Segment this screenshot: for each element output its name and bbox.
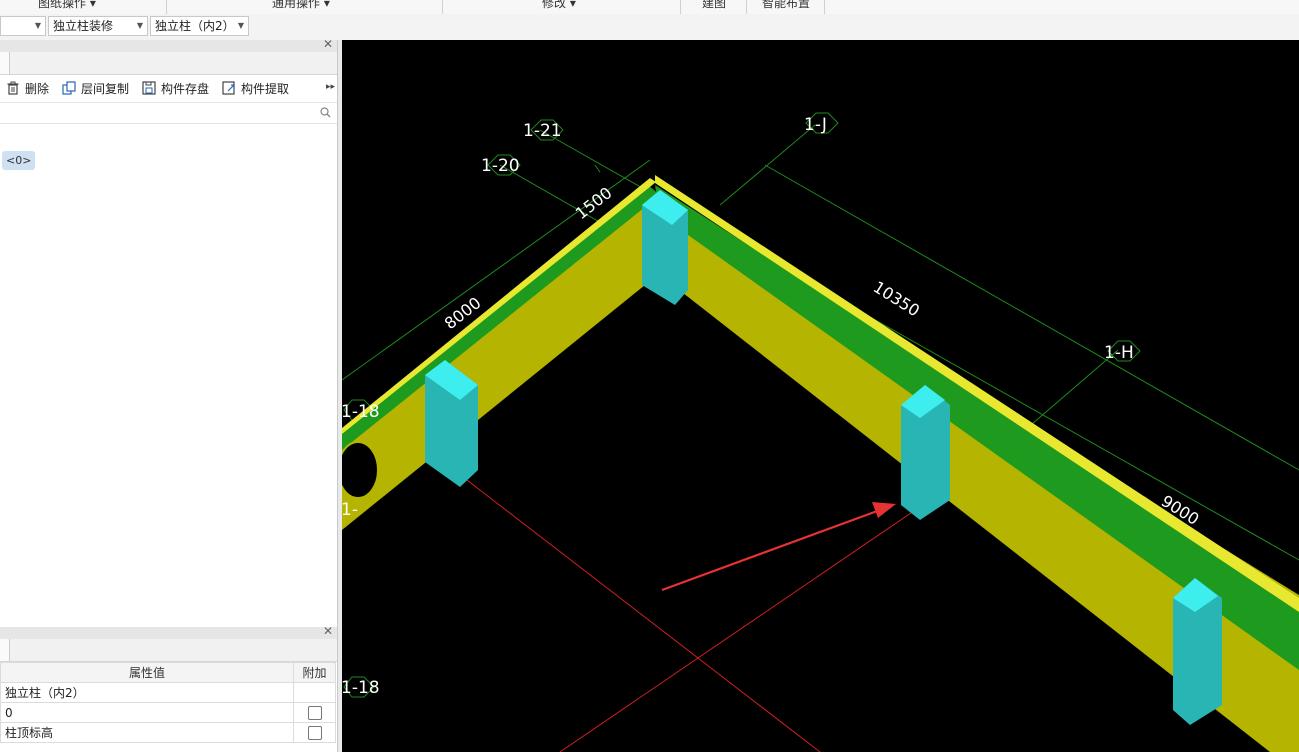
table-row: 柱顶标高	[0, 722, 336, 743]
more-tools-icon[interactable]: ▸▸	[326, 82, 335, 92]
axis-label-1-21: 1-21	[523, 121, 562, 141]
property-table: 属性值 附加 独立柱（内2） 0 柱顶标高	[0, 662, 336, 743]
property-panel-tabs	[0, 639, 337, 662]
component-select-value: 独立柱（内2）	[155, 19, 235, 33]
property-value-cell[interactable]: 0	[0, 702, 295, 723]
table-row: 独立柱（内2）	[0, 682, 336, 703]
column-middle[interactable]	[901, 385, 950, 520]
3d-scene[interactable]: 1-21 1-20 1-J 1-H 1-18 1-18 1- 1500 8000…	[342, 40, 1299, 752]
chevron-down-icon: ▼	[34, 21, 41, 30]
ribbon-separator	[680, 0, 681, 14]
component-search	[0, 102, 337, 124]
close-icon[interactable]: ✕	[323, 37, 333, 51]
property-panel: ✕ 属性值 附加 独立柱（内2） 0 柱顶标高	[0, 624, 337, 752]
table-row: 0	[0, 702, 336, 723]
property-value-cell[interactable]: 独立柱（内2）	[0, 682, 295, 703]
copy-icon	[62, 81, 76, 95]
component-toolbar: 删除 层间复制 构件存盘 构件提取 ▸▸	[0, 75, 337, 101]
chevron-down-icon: ▼	[136, 21, 143, 30]
ribbon-group-drawing-ops[interactable]: 图纸操作 ▾	[38, 0, 96, 11]
selector-toolbar: ▼ 独立柱装修 ▼ 独立柱（内2） ▼	[0, 14, 1299, 40]
axis-label-1-18-upper: 1-18	[342, 402, 380, 422]
save-component-button-label: 构件存盘	[161, 82, 210, 96]
floor-copy-button-label: 层间复制	[81, 82, 130, 96]
extra-cell	[293, 722, 336, 743]
column-header-extra: 附加	[293, 662, 336, 683]
ribbon-group-modify[interactable]: 修改 ▾	[542, 0, 576, 11]
tree-item-floor-tag[interactable]: <0>	[2, 151, 36, 170]
ribbon-group-common-ops[interactable]: 通用操作 ▾	[272, 0, 330, 11]
component-panel-tabs	[0, 52, 337, 75]
axis-label-1-20: 1-20	[481, 156, 520, 176]
ribbon-separator	[746, 0, 747, 14]
floor-select[interactable]: ▼	[0, 16, 46, 36]
property-value-cell[interactable]: 柱顶标高	[0, 722, 295, 743]
search-input[interactable]	[2, 104, 316, 122]
column-header-value: 属性值	[0, 662, 295, 683]
wall-left[interactable]	[342, 178, 660, 530]
component-select[interactable]: 独立柱（内2） ▼	[150, 16, 249, 36]
chevron-down-icon: ▼	[237, 21, 244, 30]
annotation-arrow	[661, 502, 896, 592]
ribbon-group-smart-place[interactable]: 智能布置	[762, 0, 810, 11]
3d-viewport[interactable]: 1-21 1-20 1-J 1-H 1-18 1-18 1- 1500 8000…	[342, 40, 1299, 752]
ribbon-bar: 图纸操作 ▾ 通用操作 ▾ 修改 ▾ 建图 智能布置	[0, 0, 1299, 15]
column-left[interactable]	[425, 360, 478, 487]
extract-icon	[222, 81, 235, 95]
ribbon-separator	[166, 0, 167, 14]
attach-checkbox[interactable]	[307, 725, 322, 740]
extract-component-button-label: 构件提取	[241, 82, 290, 96]
search-icon[interactable]	[320, 107, 331, 118]
save-disk-icon	[142, 81, 156, 95]
column-corner[interactable]	[642, 190, 688, 305]
axis-label-1-18-lower: 1-18	[342, 678, 380, 698]
extra-cell	[293, 702, 336, 723]
delete-button-label: 删除	[25, 82, 50, 96]
tab-component-list[interactable]	[0, 52, 10, 74]
axis-label-partial: 1-	[342, 500, 358, 520]
category-select[interactable]: 独立柱装修 ▼	[48, 16, 148, 36]
ribbon-separator	[824, 0, 825, 14]
column-right[interactable]	[1173, 578, 1222, 725]
attach-checkbox[interactable]	[307, 705, 322, 720]
ribbon-separator	[442, 0, 443, 14]
extra-cell	[293, 682, 336, 703]
tab-properties[interactable]	[0, 639, 10, 661]
category-select-value: 独立柱装修	[53, 19, 114, 33]
component-panel: ✕ 删除 层间复制 构件存盘 构件提取 ▸▸ <0> ✕ 属性值 附加 独立柱（…	[0, 37, 338, 752]
property-table-header: 属性值 附加	[0, 662, 336, 683]
dimension-10350: 10350	[870, 277, 923, 320]
trash-icon	[7, 81, 19, 95]
axis-label-1-H: 1-H	[1104, 343, 1134, 363]
axis-label-1-J: 1-J	[804, 115, 827, 135]
close-icon[interactable]: ✕	[323, 624, 333, 638]
ribbon-group-build[interactable]: 建图	[702, 0, 726, 11]
